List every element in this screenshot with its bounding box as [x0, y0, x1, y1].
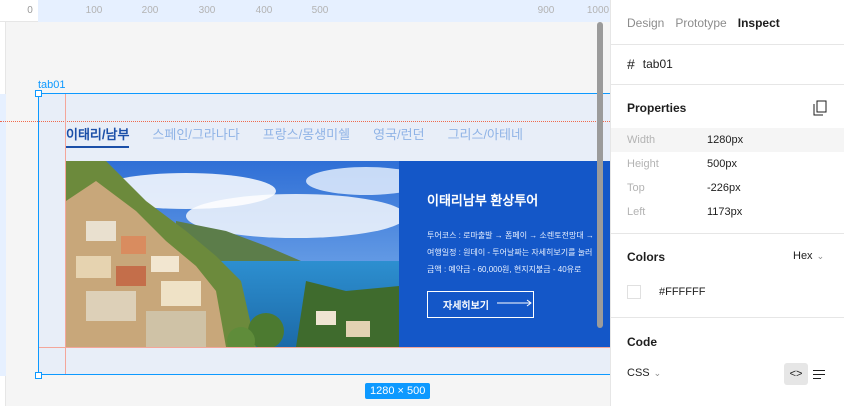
code-view-icon[interactable]: <> — [784, 363, 808, 385]
divider — [611, 44, 844, 45]
property-value: 500px — [707, 158, 737, 170]
color-value: #FFFFFF — [659, 286, 706, 298]
panel-tabs: Design Prototype Inspect — [627, 16, 791, 30]
color-swatch — [627, 285, 641, 299]
ruler-left — [0, 22, 6, 406]
figma-app: 0 100 200 300 400 500 900 1000 tab01 이태리… — [0, 0, 844, 406]
frame-label[interactable]: tab01 — [38, 79, 66, 91]
size-badge: 1280 × 500 — [365, 383, 431, 399]
code-title: Code — [627, 335, 657, 349]
ruler-tick: 1000 — [586, 5, 610, 16]
frame-icon: # — [627, 56, 635, 72]
tab-inspect[interactable]: Inspect — [738, 16, 780, 30]
ruler-tick: 0 — [27, 5, 33, 16]
ruler-tick: 200 — [141, 5, 159, 16]
list-view-icon[interactable] — [813, 363, 833, 385]
property-row-width[interactable]: Width 1280px — [611, 128, 844, 152]
property-key: Left — [627, 206, 646, 218]
chevron-down-icon: ⌄ — [653, 367, 662, 378]
divider — [611, 84, 844, 85]
color-format-label: Hex — [793, 250, 813, 262]
tab-design[interactable]: Design — [627, 16, 664, 30]
property-value: 1173px — [707, 206, 743, 218]
property-value: -226px — [707, 182, 741, 194]
resize-handle-top-left[interactable] — [35, 90, 42, 97]
canvas-scrollbar[interactable] — [597, 22, 603, 328]
ruler-tick: 100 — [85, 5, 103, 16]
tab-prototype[interactable]: Prototype — [675, 16, 726, 30]
code-language-label: CSS — [627, 367, 650, 379]
canvas[interactable]: 0 100 200 300 400 500 900 1000 tab01 이태리… — [0, 0, 610, 406]
ruler-tick: 500 — [311, 5, 329, 16]
selection-outline — [38, 93, 610, 375]
property-key: Height — [627, 158, 659, 170]
property-row-height[interactable]: Height 500px — [611, 152, 844, 176]
chevron-down-icon: ⌄ — [816, 250, 825, 261]
ruler-top: 0 100 200 300 400 500 900 1000 — [0, 0, 610, 22]
property-row-top[interactable]: Top -226px — [611, 176, 844, 200]
color-row[interactable]: #FFFFFF — [627, 285, 705, 299]
property-key: Top — [627, 182, 645, 194]
resize-handle-bottom-left[interactable] — [35, 372, 42, 379]
divider — [611, 233, 844, 234]
code-language-select[interactable]: CSS ⌄ — [627, 367, 661, 379]
layer-name: tab01 — [642, 57, 673, 71]
ruler-tick: 300 — [198, 5, 216, 16]
property-row-left[interactable]: Left 1173px — [611, 200, 844, 224]
layer-row: # tab01 — [627, 56, 673, 72]
inspector-panel: Design Prototype Inspect # tab01 Propert… — [610, 0, 844, 406]
color-format-select[interactable]: Hex ⌄ — [793, 250, 824, 262]
colors-title: Colors — [627, 250, 666, 264]
ruler-tick: 400 — [255, 5, 273, 16]
divider — [611, 317, 844, 318]
ruler-tick: 900 — [537, 5, 555, 16]
property-key: Width — [627, 134, 656, 146]
properties-title: Properties — [627, 101, 687, 115]
property-value: 1280px — [707, 134, 744, 146]
copy-icon[interactable] — [813, 100, 827, 116]
ruler-selection-band — [0, 94, 6, 376]
